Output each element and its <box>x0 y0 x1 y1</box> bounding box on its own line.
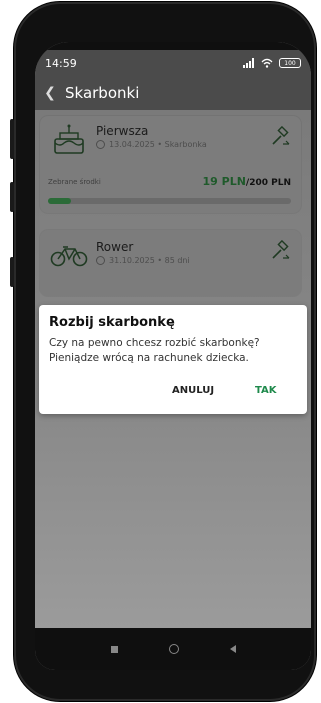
status-bar: 14:59 100 <box>35 50 311 76</box>
signal-icon <box>243 58 254 68</box>
status-icons: 100 <box>243 58 301 68</box>
system-nav-bar <box>35 628 311 670</box>
recent-apps-icon[interactable] <box>110 645 118 653</box>
status-time: 14:59 <box>45 56 77 70</box>
dialog-title: Rozbij skarbonkę <box>49 315 175 330</box>
bicycle-icon <box>50 246 88 267</box>
card-subtitle: 31.10.2025 • 85 dni <box>96 256 190 265</box>
cake-icon <box>54 124 84 154</box>
back-arrow-icon[interactable]: ❮ <box>35 85 65 101</box>
card-subtitle: 13.04.2025 • Skarbonka <box>96 140 207 149</box>
home-icon[interactable] <box>168 644 179 654</box>
battery-icon: 100 <box>279 58 301 68</box>
clock-icon <box>96 140 105 149</box>
card-name: Pierwsza <box>96 124 149 138</box>
card-date: 31.10.2025 • 85 dni <box>109 256 190 265</box>
card-name: Rower <box>96 240 134 254</box>
back-icon[interactable] <box>229 645 236 653</box>
battery-level: 100 <box>284 59 296 67</box>
app-header: ❮ Skarbonki <box>35 76 311 110</box>
screen: 14:59 100 ❮ Skarbonki Pierwsza 13.04.202… <box>35 42 311 670</box>
wifi-icon <box>261 58 273 68</box>
hammer-icon[interactable] <box>269 240 291 262</box>
confirm-dialog: Rozbij skarbonkę Czy na pewno chcesz roz… <box>39 305 307 414</box>
current-amount: 19 PLN <box>202 175 246 188</box>
cancel-button[interactable]: ANULUJ <box>172 385 214 396</box>
card-amount: 19 PLN/200 PLN <box>203 175 292 188</box>
progress-bar <box>48 198 291 204</box>
side-button-1 <box>10 119 14 159</box>
collected-label: Zebrane środki <box>48 178 101 186</box>
goal-amount: /200 PLN <box>245 178 291 188</box>
hammer-icon[interactable] <box>269 126 291 148</box>
side-button-2 <box>10 182 14 212</box>
progress-fill <box>48 198 72 204</box>
card-date: 13.04.2025 • Skarbonka <box>109 140 207 149</box>
side-button-3 <box>10 257 14 287</box>
clock-icon <box>96 256 105 265</box>
piggybank-card[interactable]: Rower 31.10.2025 • 85 dni <box>40 230 301 296</box>
piggybank-card[interactable]: Pierwsza 13.04.2025 • Skarbonka Zebrane … <box>40 116 301 213</box>
dialog-message: Czy na pewno chcesz rozbić skarbonkę? Pi… <box>49 337 260 364</box>
confirm-button[interactable]: TAK <box>255 385 277 396</box>
page-title: Skarbonki <box>65 84 140 102</box>
